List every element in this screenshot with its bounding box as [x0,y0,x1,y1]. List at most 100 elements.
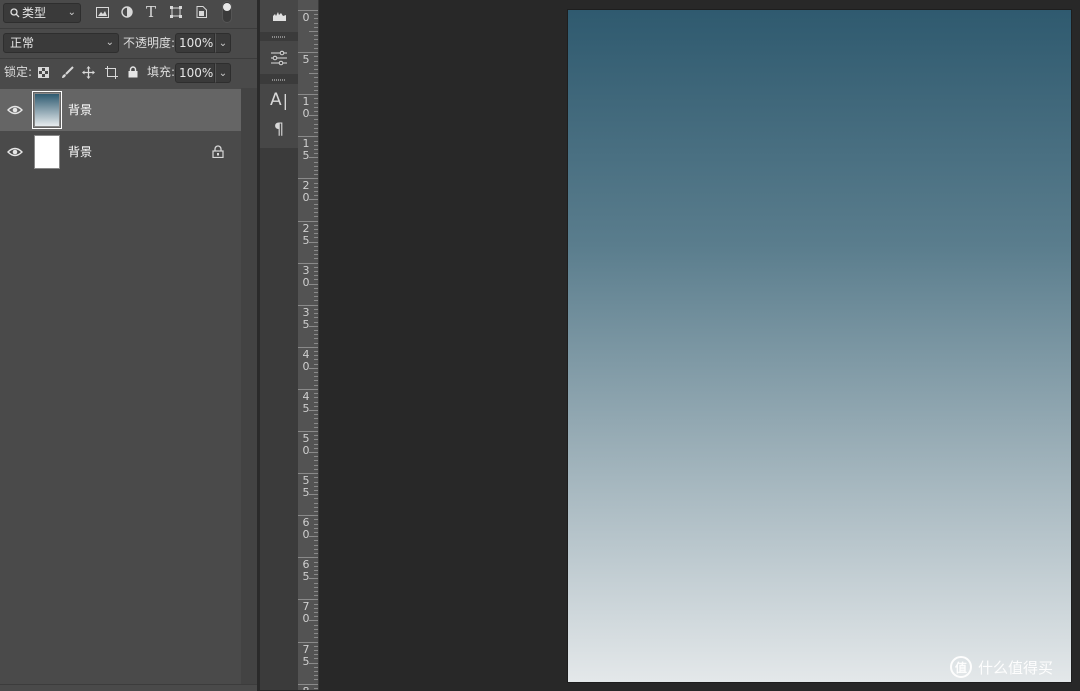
ruler-tick [314,637,318,638]
lock-artboard-icon[interactable] [104,65,118,79]
ruler-tick [314,166,318,167]
blend-mode-select[interactable]: 正常 ⌄ [3,33,119,53]
blend-opacity-bar: 正常 ⌄ 不透明度: 100% ⌄ [0,28,257,57]
opacity-dropdown-button[interactable]: ⌄ [215,33,231,53]
ruler-tick [314,162,318,163]
smart-object-filter-icon[interactable] [194,5,208,19]
ruler-tick [314,128,318,129]
ruler-tick [309,368,318,369]
histogram-icon[interactable] [271,9,287,23]
vertical-ruler[interactable]: 0510152025303540455055606570758 [298,0,319,690]
filter-type-select[interactable]: 类型 ⌄ [3,3,81,23]
image-filter-icon[interactable] [95,5,109,19]
layers-scrollbar[interactable] [241,88,257,690]
ruler-tick [314,418,318,419]
lock-image-pixels-icon[interactable] [60,65,74,79]
ruler-label: 0 [302,444,310,457]
ruler-tick [314,679,318,680]
ruler-tick [314,343,318,344]
ruler-tick [314,39,318,40]
ruler-tick [309,73,318,74]
paragraph-icon[interactable]: ¶ [271,119,287,138]
ruler-tick [309,663,318,664]
ruler-tick [314,233,318,234]
ruler-tick [314,477,318,478]
ruler-tick [314,44,318,45]
layer-name[interactable]: 背景 [68,143,92,160]
chevron-down-icon: ⌄ [218,37,228,49]
fill-input[interactable]: 100% [175,63,215,83]
ruler-tick [314,98,318,99]
ruler-tick [314,275,318,276]
ruler-tick [314,524,318,525]
lock-transparent-pixels-icon[interactable] [37,66,49,78]
ruler-tick [314,540,318,541]
ruler-tick [314,132,318,133]
ruler-label: 5 [302,53,310,66]
ruler-tick [314,511,318,512]
ruler-tick [314,174,318,175]
ruler-label: 0 [302,360,310,373]
layer-row[interactable]: 背景 [0,131,241,173]
opacity-input[interactable]: 100% [175,33,215,53]
ruler-tick [314,604,318,605]
lock-label: 锁定: [4,65,33,79]
eye-icon[interactable] [6,102,24,118]
ruler-label: 0 [302,612,310,625]
watermark-logo-icon: 值 [950,656,972,678]
ruler-tick [309,494,318,495]
fill-dropdown-button[interactable]: ⌄ [215,63,231,83]
ruler-tick [314,246,318,247]
ruler-tick [314,376,318,377]
ruler-tick [314,250,318,251]
ruler-tick [314,204,318,205]
blend-mode-value: 正常 [10,36,35,50]
ruler-tick [314,69,318,70]
type-filter-icon[interactable]: T [144,3,158,21]
chevron-down-icon: ⌄ [105,37,114,48]
ruler-tick [314,654,318,655]
ruler-tick [314,633,318,634]
layer-lock-icon[interactable] [212,145,224,158]
ruler-tick [314,111,318,112]
ruler-tick [314,498,318,499]
dock-grip[interactable] [272,36,286,38]
ruler-tick [314,380,318,381]
ruler-tick [314,503,318,504]
ruler-label: 0 [302,191,310,204]
ruler-tick [314,519,318,520]
ruler-tick [314,402,318,403]
ruler-tick [309,284,318,285]
ruler-tick [314,124,318,125]
shape-filter-icon[interactable] [169,5,183,19]
adjustments-icon[interactable] [269,49,289,67]
ruler-tick [309,115,318,116]
ruler-tick [309,452,318,453]
adjustment-filter-icon[interactable] [120,5,134,19]
eye-icon[interactable] [6,144,24,160]
ruler-tick [314,583,318,584]
ruler-tick [314,595,318,596]
document-canvas[interactable] [568,10,1071,682]
character-icon[interactable]: A | [270,90,288,110]
ruler-tick [314,334,318,335]
dock-grip[interactable] [272,79,286,81]
ruler-tick [314,469,318,470]
ruler-label: 8 [302,686,310,691]
lock-position-icon[interactable] [81,65,95,79]
ruler-label: 5 [302,149,310,162]
lock-all-icon[interactable] [127,65,139,79]
ruler-tick [314,359,318,360]
layer-row[interactable]: 背景 [0,89,241,131]
ruler-tick [314,608,318,609]
ruler-tick [314,393,318,394]
layer-name[interactable]: 背景 [68,101,92,118]
filter-toggle-icon[interactable] [221,1,233,23]
ruler-tick [314,465,318,466]
ruler-label: 5 [302,318,310,331]
ruler-tick [314,119,318,120]
watermark: 值 什么值得买 [950,654,1053,680]
ruler-tick [314,385,318,386]
ruler-tick [314,456,318,457]
ruler-tick [314,549,318,550]
